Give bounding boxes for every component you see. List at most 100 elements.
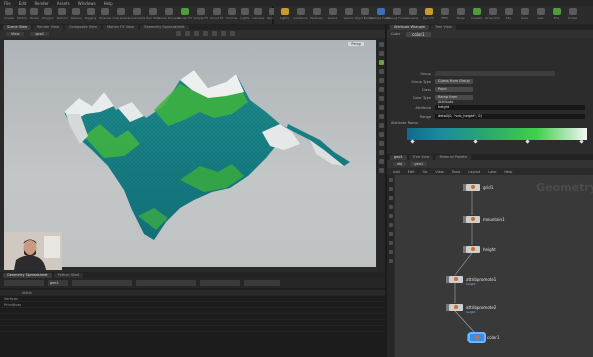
spreadsheet-attrib[interactable] [244,280,280,286]
shelf-right-tool[interactable]: Oceans [406,8,419,22]
shelf-left-tool[interactable]: Deform [57,8,68,22]
normals-icon[interactable] [378,87,384,92]
menu-help[interactable]: Help [104,1,113,6]
path-segment-geo1[interactable]: geo1 [410,162,428,166]
ramp-key-marker[interactable] [473,139,478,144]
ghost-icon[interactable] [378,123,384,128]
wireframe-icon[interactable] [378,60,384,65]
tab-python-shell[interactable]: Python Shell [53,272,84,278]
network-menu-go[interactable]: Go [423,170,428,174]
guides-icon[interactable] [378,150,384,155]
shelf-right-tool[interactable]: Wires [454,8,467,22]
color-type-dropdown[interactable]: Ramp from Attribute [435,95,473,104]
shelf-left-tool[interactable]: Volume [226,8,237,22]
tab-tree-view-network[interactable]: Tree View [408,154,434,160]
move-icon[interactable] [185,31,190,36]
viewport-path[interactable]: geo1 [30,32,50,36]
node-body[interactable] [449,275,463,283]
group-field[interactable] [435,71,555,76]
render-region-icon[interactable] [378,168,384,173]
shelf-left-tool[interactable]: Modify [17,8,27,22]
node-height[interactable]: height [463,245,496,253]
node-color1[interactable]: color1 [467,333,499,341]
pan-icon[interactable] [388,187,393,191]
network-menu-labs[interactable]: Labs [488,170,496,174]
tab-geometry-spreadsheet-bottom[interactable]: Geometry Spreadsheet [3,272,52,278]
range-expression-field[interactable]: detail(0, "vcb_height", 0) [435,114,585,119]
shelf-right-tool[interactable]: Vellum [342,8,355,22]
node-body[interactable] [466,183,480,191]
lights-icon[interactable] [378,141,384,146]
shelf-left-tool[interactable]: Constraints [128,8,145,22]
shelf-right-tool[interactable]: Drive Sim [485,8,500,22]
shelf-left-tool[interactable]: Rigging [85,8,96,22]
shelf-left-tool[interactable]: Camera [252,8,264,22]
tab-motion-fx-view[interactable]: Motion FX View [103,24,138,30]
shelf-right-tool[interactable]: Area [518,8,531,22]
shelf-right-tool[interactable]: Crowds [470,8,483,22]
shelf-left-tool[interactable]: Texture [71,8,82,22]
shelf-right-tool[interactable]: Particles [310,8,323,22]
grid-icon[interactable] [212,31,217,36]
shelf-right-tool[interactable]: Pyro FX [422,8,435,22]
shelf-left-tool[interactable]: Model [30,8,39,22]
network-menu-edit[interactable]: Edit [408,170,415,174]
menu-assets[interactable]: Assets [57,1,70,6]
shelf-left-tool[interactable]: Terrain FX [177,8,192,22]
shelf-left-tool[interactable]: Polygon [42,8,54,22]
layout-icon[interactable] [388,241,393,245]
tab-material-palette[interactable]: Material Palette [435,154,471,160]
rotate-icon[interactable] [194,31,199,36]
shelf-left-tool[interactable]: Cloud FX [210,8,223,22]
spreadsheet-filter[interactable] [72,280,132,286]
shelf-right-tool[interactable]: Grains [326,8,339,22]
display-options-icon[interactable] [378,51,384,56]
node-name-field[interactable]: color1 [406,31,431,37]
node-body[interactable] [466,245,480,253]
ramp-key-marker[interactable] [579,139,584,144]
node-body[interactable] [466,215,480,223]
tab-geometry-spreadsheet[interactable]: Geometry Spreadsheet [139,24,189,30]
node-body[interactable] [449,303,463,311]
dot-icon[interactable] [388,232,393,236]
ramp-key-marker[interactable] [525,139,530,144]
select-icon[interactable] [388,178,393,182]
spreadsheet-path[interactable]: geo1 [48,280,68,286]
zoom-icon[interactable] [388,196,393,200]
shape-icon[interactable] [388,259,393,263]
frame-icon[interactable] [378,114,384,119]
node-attribpromote2[interactable]: attribpromote2 height [446,303,496,314]
tab-network-geo1[interactable]: geo1 [390,154,407,160]
shaded-icon[interactable] [378,69,384,74]
background-icon[interactable] [378,96,384,101]
shelf-right-tool[interactable]: Env [550,8,563,22]
scale-icon[interactable] [203,31,208,36]
stats-icon[interactable] [378,159,384,164]
network-box-icon[interactable] [388,223,393,227]
node-attribpromote1[interactable]: attribpromote1 height [446,275,496,286]
attribute-color-ramp[interactable] [407,128,587,140]
camera-menu[interactable]: Persp [348,42,364,46]
shelf-right-tool[interactable]: Viscous Fluids [386,8,407,22]
network-menu-help[interactable]: Help [504,170,512,174]
tab-composite-view[interactable]: Composite View [64,24,102,30]
node-grid1[interactable]: grid1 [463,183,493,191]
tab-render-view[interactable]: Render View [33,24,63,30]
grid-icon[interactable] [388,205,393,209]
network-menu-tools[interactable]: Tools [452,170,461,174]
shelf-left-tool[interactable]: Characters [113,8,129,22]
color-icon[interactable] [388,250,393,254]
menu-windows[interactable]: Windows [78,1,96,6]
shelf-left-tool[interactable]: Guide Process [158,8,179,22]
group-type-dropdown[interactable]: Guess from Group [435,79,473,84]
lock-camera-icon[interactable] [378,42,384,47]
shelf-right-tool[interactable]: Sky [502,8,515,22]
shelf-right-tool[interactable]: Lights [278,8,291,22]
viewport-view-menu[interactable]: View [6,32,25,36]
path-segment-obj[interactable]: obj [393,162,407,166]
tab-tree-view[interactable]: Tree View [431,24,456,30]
spreadsheet-node-field[interactable] [4,280,44,286]
menu-render[interactable]: Render [34,1,48,6]
shelf-left-tool[interactable]: Create [4,8,14,22]
shelf-right-tool[interactable]: Collisions [293,8,308,22]
